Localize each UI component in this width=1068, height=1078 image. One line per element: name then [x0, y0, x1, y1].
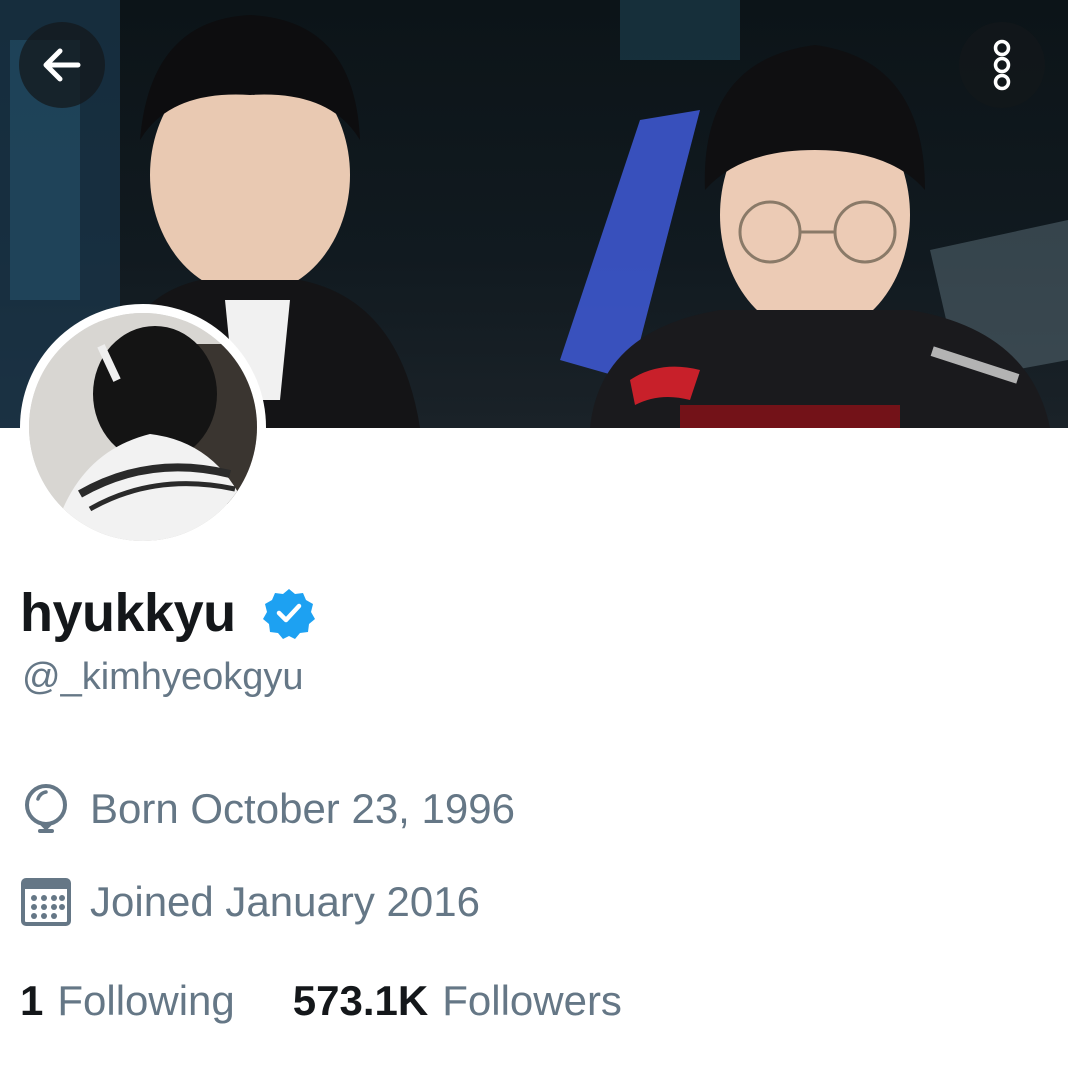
birthdate-text: Born October 23, 1996 — [90, 785, 515, 832]
balloon-icon — [25, 784, 67, 833]
more-vertical-icon — [993, 39, 1011, 91]
display-name: hyukkyu — [20, 583, 236, 643]
avatar-photo — [29, 313, 257, 541]
avatar[interactable] — [20, 304, 266, 550]
username-handle: @_kimhyeokgyu — [22, 656, 304, 698]
followers-label: Followers — [442, 977, 622, 1024]
joined-row: Joined January 2016 — [20, 874, 480, 930]
following-count: 1 — [20, 977, 44, 1024]
follow-stats: 1 Following 573.1K Followers — [20, 973, 622, 1029]
followers-count: 573.1K — [292, 977, 429, 1024]
back-button[interactable] — [19, 22, 105, 108]
verified-badge-icon — [262, 589, 315, 639]
calendar-icon — [21, 878, 71, 926]
birthdate-row: Born October 23, 1996 — [20, 781, 515, 837]
arrow-left-icon — [43, 48, 81, 82]
joined-text: Joined January 2016 — [90, 878, 480, 925]
following-link[interactable]: 1 Following — [20, 977, 235, 1025]
more-options-button[interactable] — [959, 22, 1045, 108]
following-label: Following — [57, 977, 235, 1024]
profile-name-row: hyukkyu — [20, 578, 316, 648]
followers-link[interactable]: 573.1K Followers — [293, 977, 622, 1025]
